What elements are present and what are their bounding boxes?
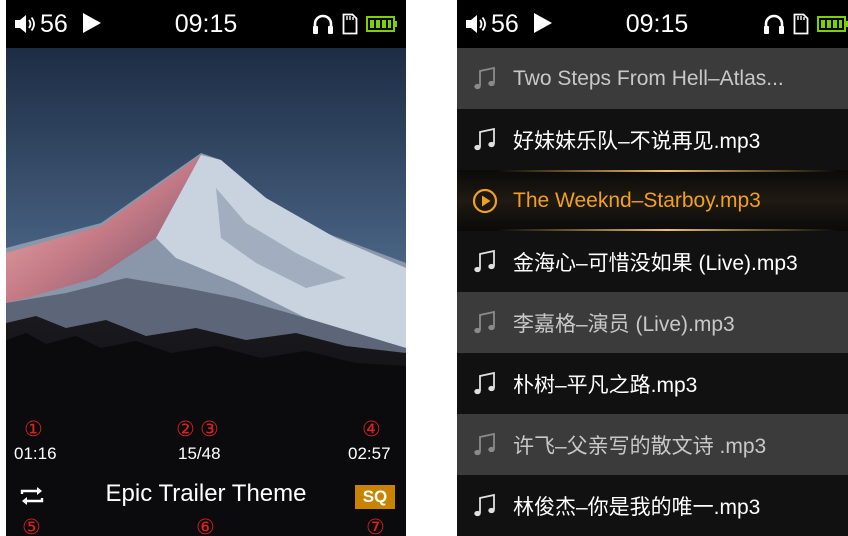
now-playing-screen: 56 09:15 ① ② ③ ④ 01:16 15/48 02:57 Epic … <box>6 0 406 536</box>
music-note-icon <box>474 66 495 89</box>
playlist: Two Steps From Hell–Atlas... 好妹妹乐队–不说再见.… <box>457 48 848 536</box>
battery-icon <box>366 16 397 32</box>
music-note-icon <box>474 249 495 272</box>
marker-5: ⑤ <box>22 515 41 536</box>
track-name: 朴树–平凡之路.mp3 <box>513 373 698 397</box>
track-name: 李嘉格–演员 (Live).mp3 <box>513 312 735 336</box>
track-total: 48 <box>201 444 221 463</box>
status-bar: 56 09:15 <box>6 0 406 48</box>
track-name: 林俊杰–你是我的唯一.mp3 <box>513 495 761 519</box>
track-title: Epic Trailer Theme <box>105 480 307 507</box>
marker-3: ③ <box>200 417 219 441</box>
sd-card-icon <box>342 13 358 35</box>
battery-icon <box>817 16 848 32</box>
marker-1: ① <box>24 417 43 441</box>
total-duration: 02:57 <box>348 444 391 463</box>
headphones-icon <box>313 14 333 34</box>
music-note-icon <box>474 310 495 333</box>
playlist-item[interactable]: 朴树–平凡之路.mp3 <box>457 353 848 414</box>
playlist-item[interactable]: Two Steps From Hell–Atlas... <box>457 48 848 109</box>
playlist-item-playing[interactable]: The Weeknd–Starboy.mp3 <box>457 170 848 231</box>
track-index: 15 <box>178 444 197 463</box>
playlist-screen: 56 09:15 Two Steps From Hell–Atlas... 好妹… <box>457 0 848 536</box>
marker-7: ⑦ <box>366 515 385 536</box>
playlist-item[interactable]: 好妹妹乐队–不说再见.mp3 <box>457 109 848 170</box>
music-note-icon <box>474 493 495 516</box>
track-name: 好妹妹乐队–不说再见.mp3 <box>513 129 761 153</box>
headphones-icon <box>764 14 784 34</box>
status-bar: 56 09:15 <box>457 0 848 48</box>
elapsed-time: 01:16 <box>14 444 57 463</box>
track-name: 许飞–父亲写的散文诗 .mp3 <box>513 434 767 458</box>
playlist-item[interactable]: 林俊杰–你是我的唯一.mp3 <box>457 475 848 536</box>
music-note-icon <box>474 371 495 394</box>
music-note-icon <box>474 127 495 150</box>
playlist-item[interactable]: 许飞–父亲写的散文诗 .mp3 <box>457 414 848 475</box>
marker-2: ② <box>176 417 195 441</box>
marker-6: ⑥ <box>196 515 215 536</box>
track-counter: 15/48 <box>178 444 221 463</box>
playlist-item[interactable]: 金海心–可惜没如果 (Live).mp3 <box>457 231 848 292</box>
marker-4: ④ <box>362 417 381 441</box>
play-circle-icon <box>472 188 498 213</box>
track-name: 金海心–可惜没如果 (Live).mp3 <box>513 251 798 275</box>
quality-badge: SQ <box>355 485 395 509</box>
sd-card-icon <box>793 13 809 35</box>
playlist-item[interactable]: 李嘉格–演员 (Live).mp3 <box>457 292 848 353</box>
track-name: Two Steps From Hell–Atlas... <box>513 66 784 90</box>
track-name: The Weeknd–Starboy.mp3 <box>513 188 761 212</box>
music-note-icon <box>474 432 495 455</box>
